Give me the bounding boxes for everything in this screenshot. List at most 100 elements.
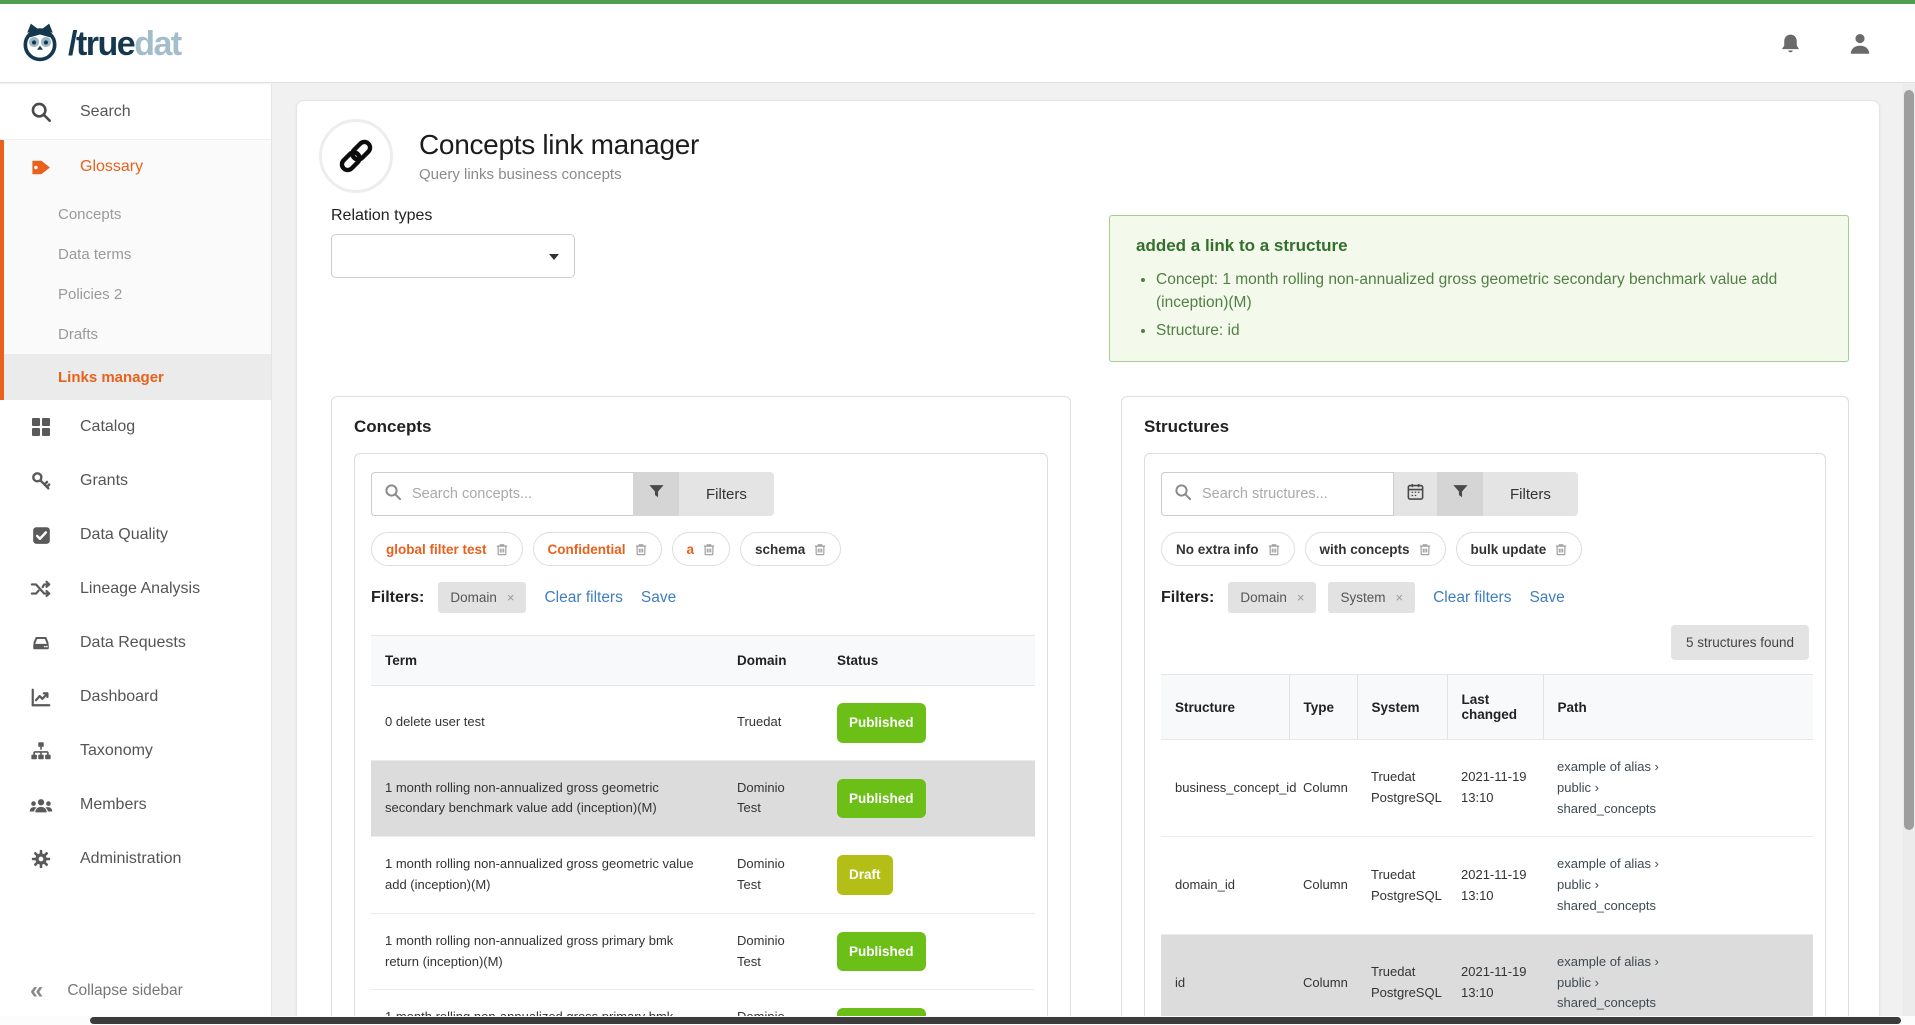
concept-term-cell[interactable]: 0 delete user test: [371, 686, 723, 761]
sidebar-item-label: Search: [80, 103, 131, 121]
structure-system-cell: Truedat PostgreSQL: [1357, 740, 1447, 837]
structures-count-row: 5 structures found: [1161, 625, 1809, 660]
horizontal-scrollbar-thumb[interactable]: [90, 1017, 1901, 1024]
column-header-status: Status: [823, 636, 1035, 686]
concept-filter-chip[interactable]: a: [672, 532, 731, 566]
save-filters-link[interactable]: Save: [641, 589, 676, 607]
column-header-system: System: [1357, 675, 1447, 740]
structure-table-row[interactable]: business_concept_id Column Truedat Postg…: [1161, 740, 1813, 837]
sidebar-item-data-terms[interactable]: Data terms: [4, 234, 271, 274]
truedat-logo[interactable]: /truedat: [18, 20, 181, 69]
structure-path-breadcrumb[interactable]: example of alias › public › shared_conce…: [1543, 837, 1813, 934]
sidebar-item-label: Grants: [80, 472, 128, 490]
active-filter-chip[interactable]: Domain ×: [438, 582, 526, 613]
sidebar-item-administration[interactable]: Administration: [0, 832, 271, 886]
sidebar-item-concepts[interactable]: Concepts: [4, 194, 271, 234]
collapse-sidebar-button[interactable]: « Collapse sidebar: [0, 969, 271, 1013]
structures-search-input[interactable]: [1202, 486, 1381, 502]
sidebar-item-members[interactable]: Members: [0, 778, 271, 832]
concept-table-row[interactable]: 1 month rolling non-annualized gross pri…: [371, 913, 1035, 990]
active-filter-chip[interactable]: System ×: [1328, 582, 1415, 613]
user-icon[interactable]: [1847, 31, 1873, 57]
structure-filter-chip[interactable]: No extra info: [1161, 532, 1295, 566]
trash-icon[interactable]: [1419, 543, 1431, 556]
concept-term-cell[interactable]: 1 month rolling non-annualized gross geo…: [371, 837, 723, 914]
active-filter-chip[interactable]: Domain ×: [1228, 582, 1316, 613]
concept-filter-chip[interactable]: global filter test: [371, 532, 523, 566]
chip-label: global filter test: [386, 542, 487, 557]
sidebar-item-label: Taxonomy: [80, 742, 153, 760]
structure-path-breadcrumb[interactable]: example of alias › public › shared_conce…: [1543, 934, 1813, 1025]
relation-types-label: Relation types: [331, 207, 575, 225]
vertical-scrollbar-thumb[interactable]: [1904, 90, 1914, 830]
sidebar-item-data-quality[interactable]: Data Quality: [0, 508, 271, 562]
sitemap-icon: [28, 740, 54, 762]
sidebar-glossary-group: Glossary Concepts Data terms Policies 2 …: [0, 140, 271, 400]
vertical-scrollbar-track: [1903, 84, 1915, 1025]
structures-filter-icon-button[interactable]: [1437, 472, 1483, 516]
status-badge: Published: [837, 932, 926, 972]
structure-type-cell: Column: [1289, 837, 1357, 934]
concept-table-row[interactable]: 1 month rolling non-annualized gross geo…: [371, 760, 1035, 837]
relation-types-select[interactable]: [331, 234, 575, 278]
concept-status-cell: Published: [823, 913, 1035, 990]
sidebar-item-label: Data Quality: [80, 526, 168, 544]
close-icon[interactable]: ×: [1395, 590, 1403, 605]
trash-icon[interactable]: [1268, 543, 1280, 556]
concept-filter-chip[interactable]: schema: [740, 532, 841, 566]
trash-icon[interactable]: [703, 543, 715, 556]
calendar-icon: [1406, 482, 1425, 506]
sidebar-item-drafts[interactable]: Drafts: [4, 314, 271, 354]
sidebar-item-glossary[interactable]: Glossary: [4, 140, 271, 194]
structures-filter-box: Filters No extra info with concepts: [1144, 453, 1826, 1025]
concepts-table-header-row: Term Domain Status: [371, 636, 1035, 686]
users-icon: [28, 794, 54, 816]
structure-path-breadcrumb[interactable]: example of alias › public › shared_conce…: [1543, 740, 1813, 837]
sidebar-item-search[interactable]: Search: [0, 84, 271, 140]
grid-icon: [28, 417, 54, 437]
concept-term-cell[interactable]: 1 month rolling non-annualized gross pri…: [371, 913, 723, 990]
structure-table-row[interactable]: domain_id Column Truedat PostgreSQL 2021…: [1161, 837, 1813, 934]
clear-filters-link[interactable]: Clear filters: [1433, 589, 1511, 607]
close-icon[interactable]: ×: [1297, 590, 1305, 605]
structure-name-cell[interactable]: business_concept_id: [1161, 740, 1289, 837]
link-icon: [319, 119, 393, 193]
structure-system-cell: Truedat PostgreSQL: [1357, 837, 1447, 934]
concept-filter-chip[interactable]: Confidential: [533, 532, 662, 566]
sidebar-item-policies-2[interactable]: Policies 2: [4, 274, 271, 314]
trash-icon[interactable]: [814, 543, 826, 556]
structure-filter-chip[interactable]: with concepts: [1305, 532, 1446, 566]
concepts-filters-button[interactable]: Filters: [679, 472, 774, 516]
trash-icon[interactable]: [635, 543, 647, 556]
structures-search-row: Filters: [1161, 472, 1809, 516]
structures-filters-button[interactable]: Filters: [1483, 472, 1578, 516]
structure-table-row[interactable]: id Column Truedat PostgreSQL 2021-11-19 …: [1161, 934, 1813, 1025]
sidebar-item-grants[interactable]: Grants: [0, 454, 271, 508]
chip-label: schema: [755, 542, 805, 557]
sidebar-item-taxonomy[interactable]: Taxonomy: [0, 724, 271, 778]
sidebar-item-links-manager[interactable]: Links manager: [4, 354, 271, 400]
trash-icon[interactable]: [1555, 543, 1567, 556]
concept-table-row[interactable]: 1 month rolling non-annualized gross geo…: [371, 837, 1035, 914]
topbar-accent-strip: [0, 0, 1915, 4]
concepts-search-input[interactable]: [412, 486, 621, 502]
sidebar-item-dashboard[interactable]: Dashboard: [0, 670, 271, 724]
sidebar-item-catalog[interactable]: Catalog: [0, 400, 271, 454]
chip-label: a: [687, 542, 695, 557]
sidebar-item-lineage-analysis[interactable]: Lineage Analysis: [0, 562, 271, 616]
structures-calendar-button[interactable]: [1393, 472, 1437, 516]
structure-name-cell[interactable]: domain_id: [1161, 837, 1289, 934]
trash-icon[interactable]: [496, 543, 508, 556]
structure-name-cell[interactable]: id: [1161, 934, 1289, 1025]
clear-filters-link[interactable]: Clear filters: [544, 589, 622, 607]
sidebar-item-label: Data Requests: [80, 634, 186, 652]
check-square-icon: [28, 525, 54, 546]
concept-table-row[interactable]: 0 delete user test Truedat Published: [371, 686, 1035, 761]
concept-term-cell[interactable]: 1 month rolling non-annualized gross geo…: [371, 760, 723, 837]
bell-icon[interactable]: [1778, 32, 1803, 57]
sidebar-item-data-requests[interactable]: Data Requests: [0, 616, 271, 670]
close-icon[interactable]: ×: [507, 590, 515, 605]
structure-filter-chip[interactable]: bulk update: [1456, 532, 1583, 566]
save-filters-link[interactable]: Save: [1529, 589, 1564, 607]
concepts-filter-icon-button[interactable]: [633, 472, 679, 516]
